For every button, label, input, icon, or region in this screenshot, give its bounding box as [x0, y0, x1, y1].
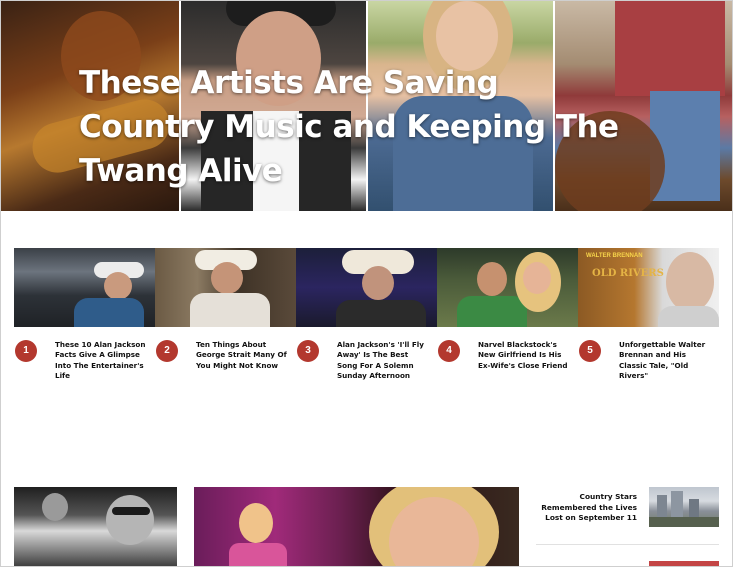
trending-thumbnail[interactable] [437, 248, 578, 327]
trending-title[interactable]: Narvel Blackstock's New Girlfriend Is Hi… [478, 340, 572, 371]
hero-banner[interactable]: These Artists Are Saving Country Music a… [1, 1, 732, 211]
trending-title[interactable]: Alan Jackson's 'I'll Fly Away' Is The Be… [337, 340, 431, 382]
trending-title[interactable]: Unforgettable Walter Brennan and His Cla… [619, 340, 713, 382]
sidebar-divider [536, 544, 719, 545]
story-image-concert-bw[interactable] [14, 487, 177, 566]
poster-caption: WALTER BRENNAN [586, 253, 643, 259]
page-frame: These Artists Are Saving Country Music a… [0, 0, 733, 567]
hero-title[interactable]: These Artists Are Saving Country Music a… [79, 61, 639, 193]
trending-thumbnail[interactable]: WALTER BRENNAN OLD RIVERS [578, 248, 719, 327]
rank-badge: 5 [579, 340, 601, 362]
next-story-thumbnail-peek[interactable] [649, 561, 719, 566]
rank-badge: 3 [297, 340, 319, 362]
trending-title[interactable]: Ten Things About George Strait Many Of Y… [196, 340, 290, 371]
trending-thumbnail[interactable] [155, 248, 296, 327]
rank-badge: 1 [15, 340, 37, 362]
sidebar-story-thumbnail[interactable] [649, 487, 719, 527]
story-image-singer-stage[interactable] [194, 487, 519, 566]
trending-title[interactable]: These 10 Alan Jackson Facts Give A Glimp… [55, 340, 149, 382]
trending-thumbnail[interactable] [296, 248, 437, 327]
sidebar-story-title[interactable]: Country Stars Remembered the Lives Lost … [536, 492, 637, 524]
trending-list: 1 These 10 Alan Jackson Facts Give A Gli… [14, 248, 719, 388]
rank-badge: 2 [156, 340, 178, 362]
rank-badge: 4 [438, 340, 460, 362]
trending-thumbnail[interactable] [14, 248, 155, 327]
poster-subcaption: OLD RIVERS [592, 268, 664, 279]
